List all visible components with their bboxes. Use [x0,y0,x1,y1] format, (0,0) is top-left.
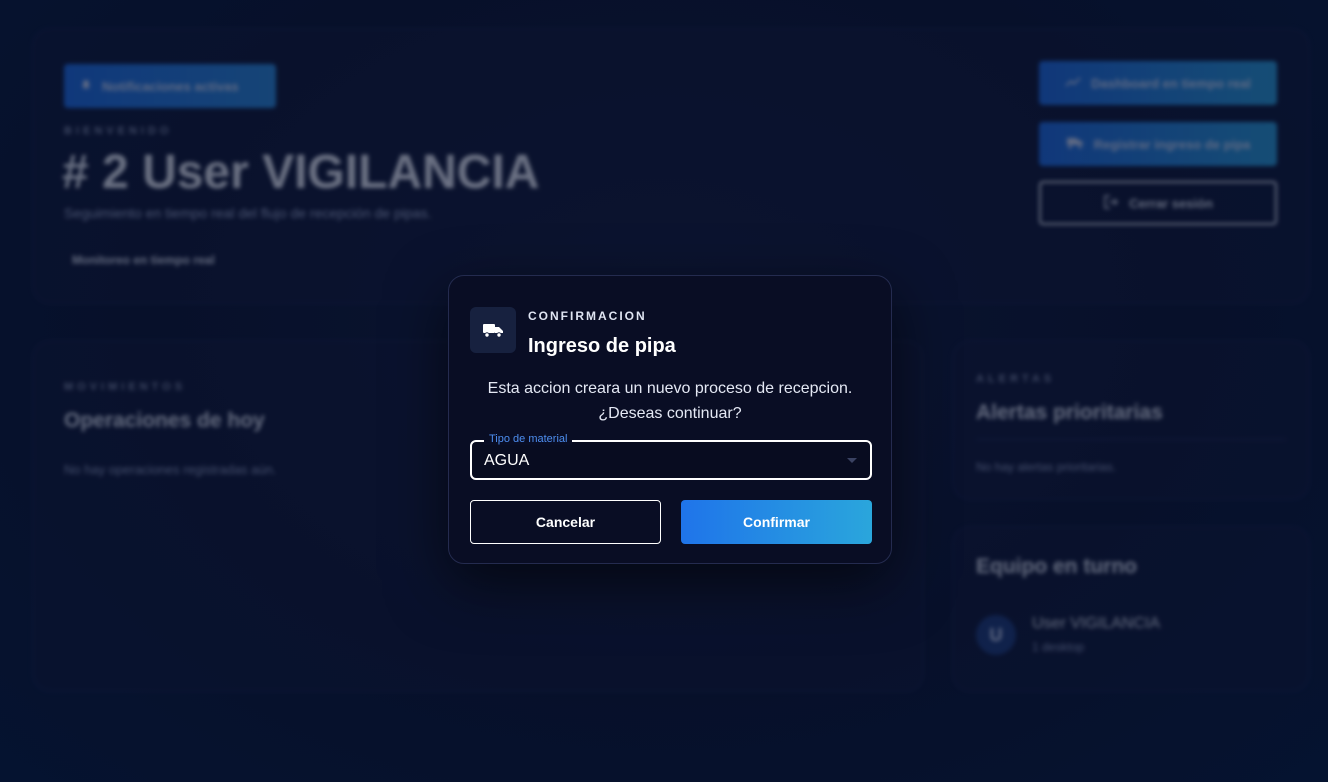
dialog-message: Esta accion creara un nuevo proceso de r… [469,376,871,426]
alerts-eyebrow: ALERTAS [976,373,1056,385]
alerts-card: ALERTAS Alertas prioritarias No hay aler… [952,340,1310,500]
team-title: Equipo en turno [976,555,1137,578]
alerts-empty-text: No hay alertas prioritarias. [976,460,1117,474]
chevron-down-icon[interactable] [847,458,857,463]
team-member-meta: 1 desktop [1032,640,1085,654]
monitor-chip: Monitoreo en tiempo real [72,253,215,267]
operations-eyebrow: MOVIMIENTOS [64,381,187,393]
operations-empty-text: No hay operaciones registradas aún. [64,462,277,477]
material-type-label: Tipo de material [484,433,573,445]
dialog-message-line2: ¿Deseas continuar? [598,405,742,422]
material-type-value: AGUA [484,452,530,469]
confirmation-dialog: CONFIRMACION Ingreso de pipa Esta accion… [448,275,892,564]
trend-line-icon [1065,76,1081,91]
alerts-title: Alertas prioritarias [976,401,1163,424]
logout-button[interactable]: Cerrar sesión [1039,181,1277,225]
welcome-card: Notificaciones activas BIENVENIDO # 2 Us… [32,28,1310,304]
alerts-divider [976,439,1286,440]
register-pipe-button[interactable]: Registrar ingreso de pipa [1039,122,1277,166]
notifications-toggle[interactable]: Notificaciones activas [64,64,276,108]
truck-icon [1066,137,1084,152]
dialog-eyebrow: CONFIRMACION [528,309,647,323]
truck-icon [470,307,516,353]
team-card: Equipo en turno U User VIGILANCIA 1 desk… [952,526,1310,692]
dashboard-button[interactable]: Dashboard en tiempo real [1039,61,1277,105]
dialog-message-line1: Esta accion creara un nuevo proceso de r… [487,380,853,397]
logout-icon [1103,194,1119,213]
bell-icon [80,79,92,94]
material-type-select[interactable]: Tipo de material AGUA [470,433,872,480]
logout-button-label: Cerrar sesión [1129,195,1213,211]
cancel-button[interactable]: Cancelar [470,500,661,544]
notifications-label: Notificaciones activas [102,78,239,94]
dashboard-button-label: Dashboard en tiempo real [1091,75,1251,91]
operations-title: Operaciones de hoy [64,409,265,432]
team-member-name: User VIGILANCIA [1032,615,1161,632]
page-subtitle: Seguimiento en tiempo real del flujo de … [64,205,432,221]
confirm-button[interactable]: Confirmar [681,500,872,544]
page-title: # 2 User VIGILANCIA [62,146,540,199]
avatar: U [976,615,1016,655]
welcome-eyebrow: BIENVENIDO [64,125,173,137]
dialog-title: Ingreso de pipa [528,335,676,357]
register-button-label: Registrar ingreso de pipa [1093,136,1251,152]
